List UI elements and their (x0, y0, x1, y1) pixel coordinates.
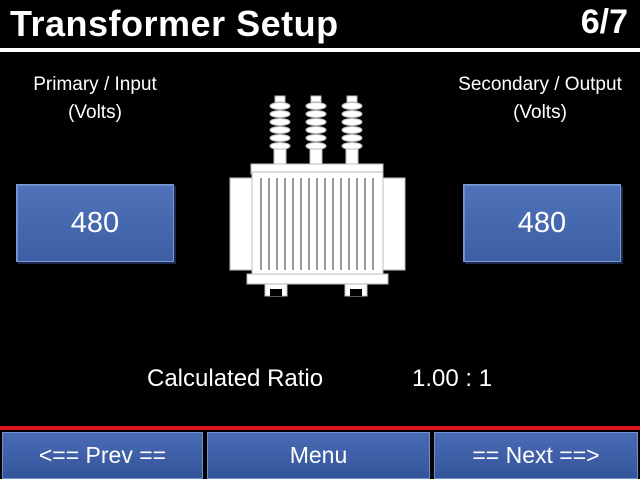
next-button[interactable]: == Next ==> (434, 432, 638, 479)
footer-bar: <== Prev == Menu == Next ==> (0, 430, 640, 479)
primary-label-line2: (Volts) (68, 102, 122, 123)
prev-button[interactable]: <== Prev == (2, 432, 203, 479)
primary-label-line1: Primary / Input (33, 74, 157, 95)
secondary-voltage-button[interactable]: 480 (463, 184, 621, 262)
ratio-value: 1.00 : 1 (412, 365, 493, 392)
page-indicator: 6/7 (580, 3, 628, 41)
primary-voltage-button[interactable]: 480 (16, 184, 174, 262)
ratio-label: Calculated Ratio (147, 365, 324, 392)
secondary-label-line2: (Volts) (513, 102, 567, 123)
header-divider (0, 48, 640, 52)
secondary-label: Secondary / Output (Volts) (440, 71, 640, 127)
transformer-icon (229, 95, 406, 297)
page-title: Transformer Setup (10, 3, 339, 44)
menu-button[interactable]: Menu (207, 432, 430, 479)
secondary-label-line1: Secondary / Output (458, 74, 622, 95)
primary-label: Primary / Input (Volts) (0, 71, 190, 127)
